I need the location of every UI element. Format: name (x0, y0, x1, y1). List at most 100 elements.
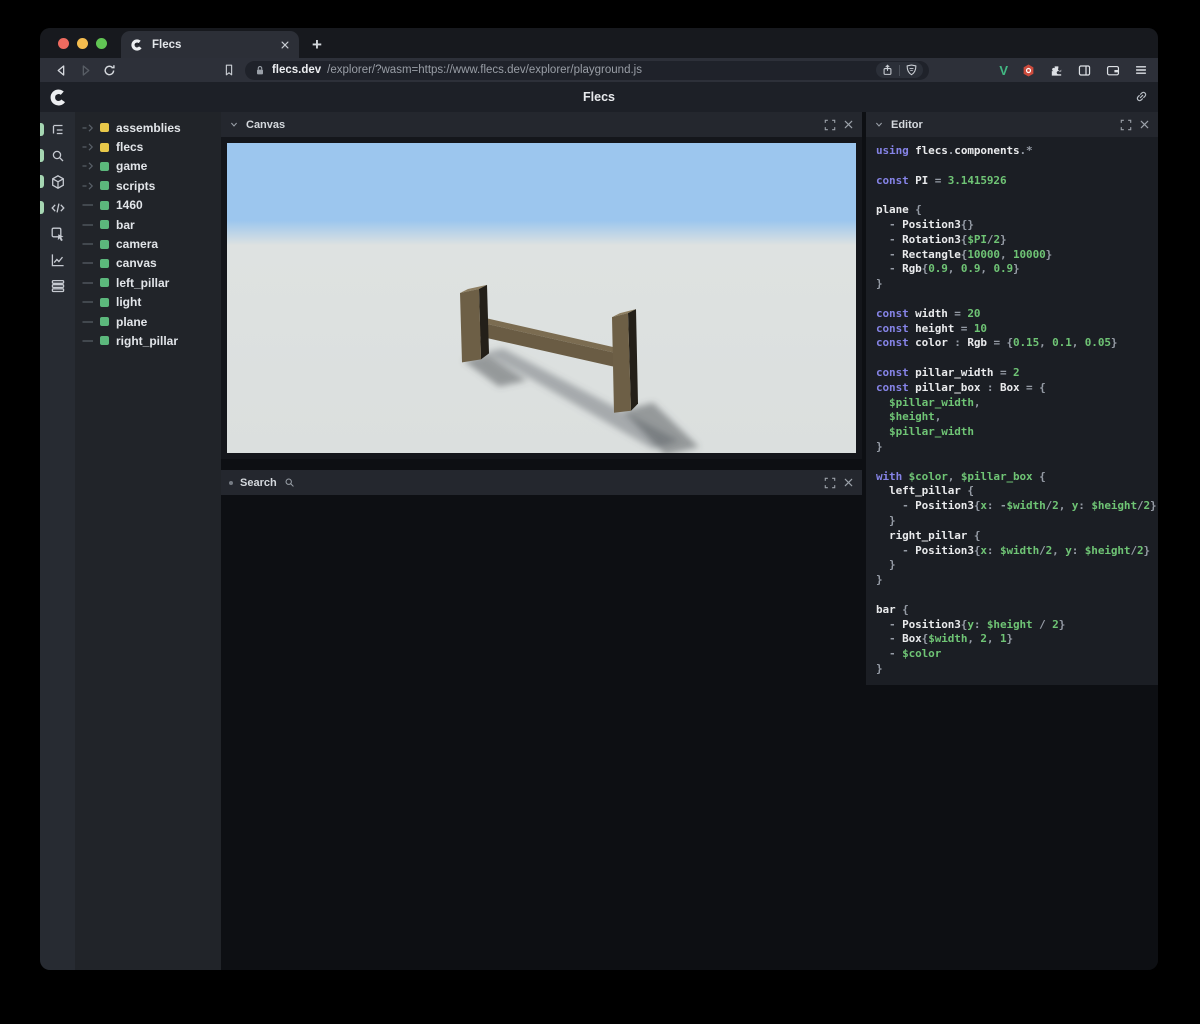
brave-shield-icon[interactable] (905, 63, 918, 77)
tree-item[interactable]: left_pillar (75, 273, 221, 292)
tree-item[interactable]: light (75, 293, 221, 312)
tree-item[interactable]: bar (75, 215, 221, 234)
sidebar-entities-icon[interactable] (40, 169, 75, 195)
browser-tab[interactable]: Flecs (121, 31, 299, 58)
sidebar-toggle-icon[interactable] (1077, 63, 1092, 78)
collapsed-bullet-icon[interactable] (229, 480, 233, 485)
canvas-panel-header: Canvas (221, 112, 862, 137)
code-line: $pillar_width (876, 425, 974, 439)
code-line: const height = 10 (876, 321, 987, 335)
close-icon[interactable] (843, 119, 854, 130)
code-line: - Position3{x: -$width/2, y: $height/2} (876, 499, 1157, 513)
code-line: - Rotation3{$PI/2} (876, 232, 1007, 246)
tree-item-label: plane (116, 314, 148, 329)
code-line: - Position3{y: $height / 2} (876, 617, 1066, 631)
code-line: - $color (876, 647, 942, 661)
chevron-down-icon[interactable] (229, 120, 239, 129)
tree-item[interactable]: canvas (75, 254, 221, 273)
app-header: Flecs (40, 82, 1158, 112)
tree-item-label: game (116, 159, 148, 174)
close-icon[interactable] (843, 477, 854, 488)
code-line: $pillar_width, (876, 395, 981, 409)
tree-item[interactable]: assemblies (75, 118, 221, 137)
close-window-button[interactable] (58, 37, 69, 49)
expand-chevron-icon[interactable] (82, 180, 95, 192)
sidebar-outliner-icon[interactable] (40, 117, 75, 143)
url-path: /explorer/?wasm=https://www.flecs.dev/ex… (327, 64, 642, 76)
code-line: left_pillar { (876, 484, 974, 498)
tree-item-label: 1460 (116, 198, 143, 213)
forward-button[interactable] (74, 60, 98, 80)
entity-square-icon (100, 181, 109, 191)
tree-item[interactable]: 1460 (75, 196, 221, 215)
extensions-puzzle-icon[interactable] (1049, 63, 1064, 78)
tree-item[interactable]: scripts (75, 176, 221, 195)
zoom-window-button[interactable] (96, 37, 107, 49)
entity-tree: assemblies flecs game scripts 1460 bar camera c… (75, 112, 221, 970)
expand-chevron-icon[interactable] (82, 141, 95, 153)
expand-chevron-icon[interactable] (82, 160, 95, 172)
browser-window: Flecs + flecs.dev/explorer/?wasm=https:/… (40, 28, 1158, 970)
entity-square-icon (100, 258, 109, 268)
chevron-down-icon[interactable] (874, 120, 884, 129)
app-body: assemblies flecs game scripts 1460 bar camera c… (40, 112, 1158, 970)
code-line: bar { (876, 602, 909, 616)
menu-icon[interactable] (1134, 63, 1148, 77)
sidebar-inspector-icon[interactable] (40, 221, 75, 247)
code-line: const pillar_width = 2 (876, 365, 1020, 379)
window-controls (40, 28, 121, 58)
leaf-dash-icon (82, 282, 93, 284)
new-tab-button[interactable]: + (303, 31, 331, 58)
canvas-panel: Canvas (221, 112, 862, 459)
reload-button[interactable] (97, 60, 121, 80)
search-icon (285, 478, 294, 487)
expand-icon[interactable] (824, 477, 836, 489)
share-icon[interactable] (881, 63, 894, 77)
wallet-icon[interactable] (1105, 63, 1121, 78)
sidebar-search-icon[interactable] (40, 143, 75, 169)
sky-and-ground (227, 143, 856, 453)
tab-title: Flecs (152, 38, 182, 51)
tree-item-label: bar (116, 217, 135, 232)
close-icon[interactable] (1139, 119, 1150, 130)
entity-square-icon (100, 317, 109, 327)
tree-item[interactable]: plane (75, 312, 221, 331)
minimize-window-button[interactable] (77, 37, 88, 49)
expand-chevron-icon[interactable] (82, 122, 95, 134)
code-line: const color : Rgb = {0.15, 0.1, 0.05} (876, 336, 1118, 350)
url-host: flecs.dev (271, 64, 322, 76)
leaf-dash-icon (82, 301, 93, 303)
url-actions (876, 62, 924, 78)
extension-icons: V (999, 63, 1148, 78)
hexagon-extension-icon[interactable] (1021, 63, 1036, 78)
tree-item[interactable]: flecs (75, 137, 221, 156)
tree-item[interactable]: camera (75, 234, 221, 253)
sidebar-data-icon[interactable] (40, 273, 75, 299)
page-title: Flecs (583, 90, 615, 104)
3d-canvas[interactable] (221, 137, 862, 459)
editor-panel-title: Editor (891, 118, 923, 131)
tree-item[interactable]: game (75, 157, 221, 176)
bookmark-sidebar-icon[interactable] (217, 60, 241, 80)
expand-icon[interactable] (1120, 119, 1132, 131)
canvas-panel-title: Canvas (246, 118, 286, 131)
search-panel-header: Search (221, 470, 862, 495)
code-line: plane { (876, 203, 922, 217)
share-link-icon[interactable] (1134, 89, 1149, 104)
entity-square-icon (100, 336, 109, 346)
back-button[interactable] (50, 60, 74, 80)
code-line: - Rectangle{10000, 10000} (876, 247, 1053, 261)
vue-devtools-icon[interactable]: V (999, 63, 1008, 78)
sidebar-stats-icon[interactable] (40, 247, 75, 273)
code-line: } (876, 661, 883, 675)
leaf-dash-icon (82, 204, 93, 206)
entity-square-icon (100, 239, 109, 249)
tree-item[interactable]: right_pillar (75, 331, 221, 350)
sidebar-code-icon[interactable] (40, 195, 75, 221)
code-content[interactable]: using flecs.components.* const PI = 3.14… (866, 137, 1158, 685)
url-bar[interactable]: flecs.dev/explorer/?wasm=https://www.fle… (244, 60, 930, 80)
tab-close-icon[interactable] (280, 40, 290, 50)
expand-icon[interactable] (824, 119, 836, 131)
